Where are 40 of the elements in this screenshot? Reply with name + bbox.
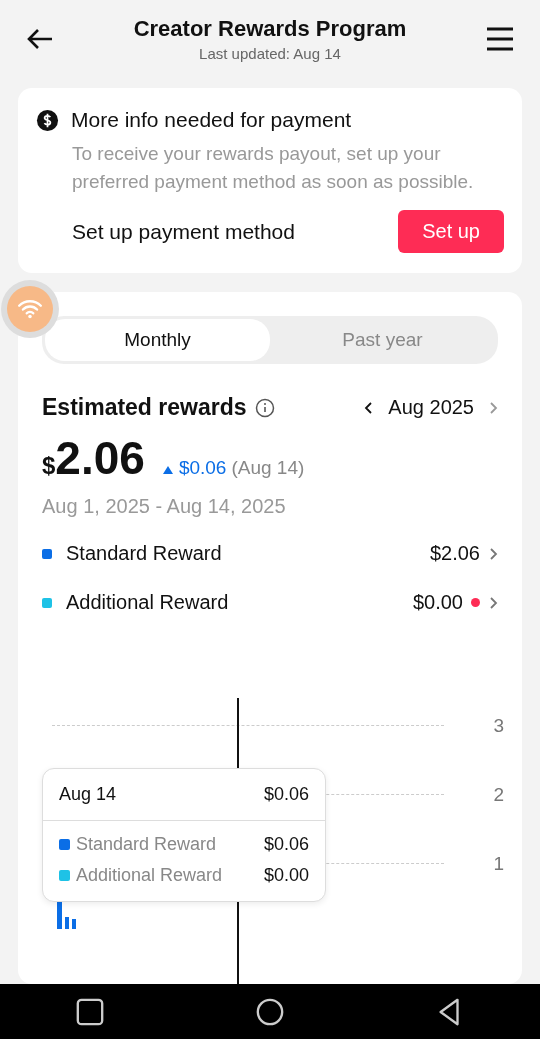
reward-name: Standard Reward [66, 542, 223, 565]
date-range: Aug 1, 2025 - Aug 14, 2025 [42, 495, 287, 518]
wifi-icon [17, 298, 43, 320]
change-amount: $0.06 [178, 457, 227, 479]
tooltip-date: Aug 14 [59, 784, 117, 805]
bar-chart-drawing [57, 899, 76, 929]
last-updated: Last updated: Aug 14 [198, 45, 342, 62]
reward-value: $2.06 [429, 542, 480, 565]
setup-label: Set up payment method [72, 219, 295, 244]
rewards-title: Estimated rewards [42, 394, 247, 421]
tooltip-label: Standard Reward [76, 834, 218, 855]
setup-button[interactable]: Set up [398, 210, 504, 253]
recents-icon[interactable] [75, 996, 105, 1027]
dollar-icon [36, 108, 59, 132]
reward-name: Additional Reward [66, 591, 230, 614]
axis-label: 2 [492, 783, 504, 806]
reward-amount: 2.06 [55, 431, 145, 485]
tooltip-value: $0.00 [263, 865, 309, 886]
reward-row[interactable]: Additional Reward $0.00 [42, 591, 498, 614]
chevron-left-icon[interactable] [364, 399, 375, 416]
currency-sign: $ [42, 452, 56, 480]
chevron-right-icon [488, 545, 498, 562]
home-icon[interactable] [255, 996, 285, 1027]
reward-value: $0.00 [412, 591, 463, 614]
notice-title: More info needed for payment [71, 108, 352, 132]
axis-label: 1 [492, 852, 504, 875]
page-title: Creator Rewards Program [132, 16, 408, 42]
period-tab[interactable]: Monthly [45, 319, 270, 361]
chevron-right-icon[interactable] [488, 399, 498, 416]
notice-text: To receive your rewards payout, set up your preferred payment method as soon as possible. [72, 142, 474, 194]
change-date: (Aug 14) [231, 457, 305, 479]
info-icon[interactable] [254, 397, 275, 418]
tooltip-value: $0.06 [263, 834, 309, 855]
axis-label: 3 [492, 714, 504, 737]
month-label: Aug 2025 [388, 396, 474, 419]
tooltip-total: $0.06 [263, 784, 309, 805]
reward-row[interactable]: Standard Reward $2.06 [42, 542, 498, 565]
tooltip-label: Additional Reward [76, 865, 224, 886]
chevron-right-icon [488, 594, 498, 611]
up-triangle-icon [162, 466, 173, 474]
